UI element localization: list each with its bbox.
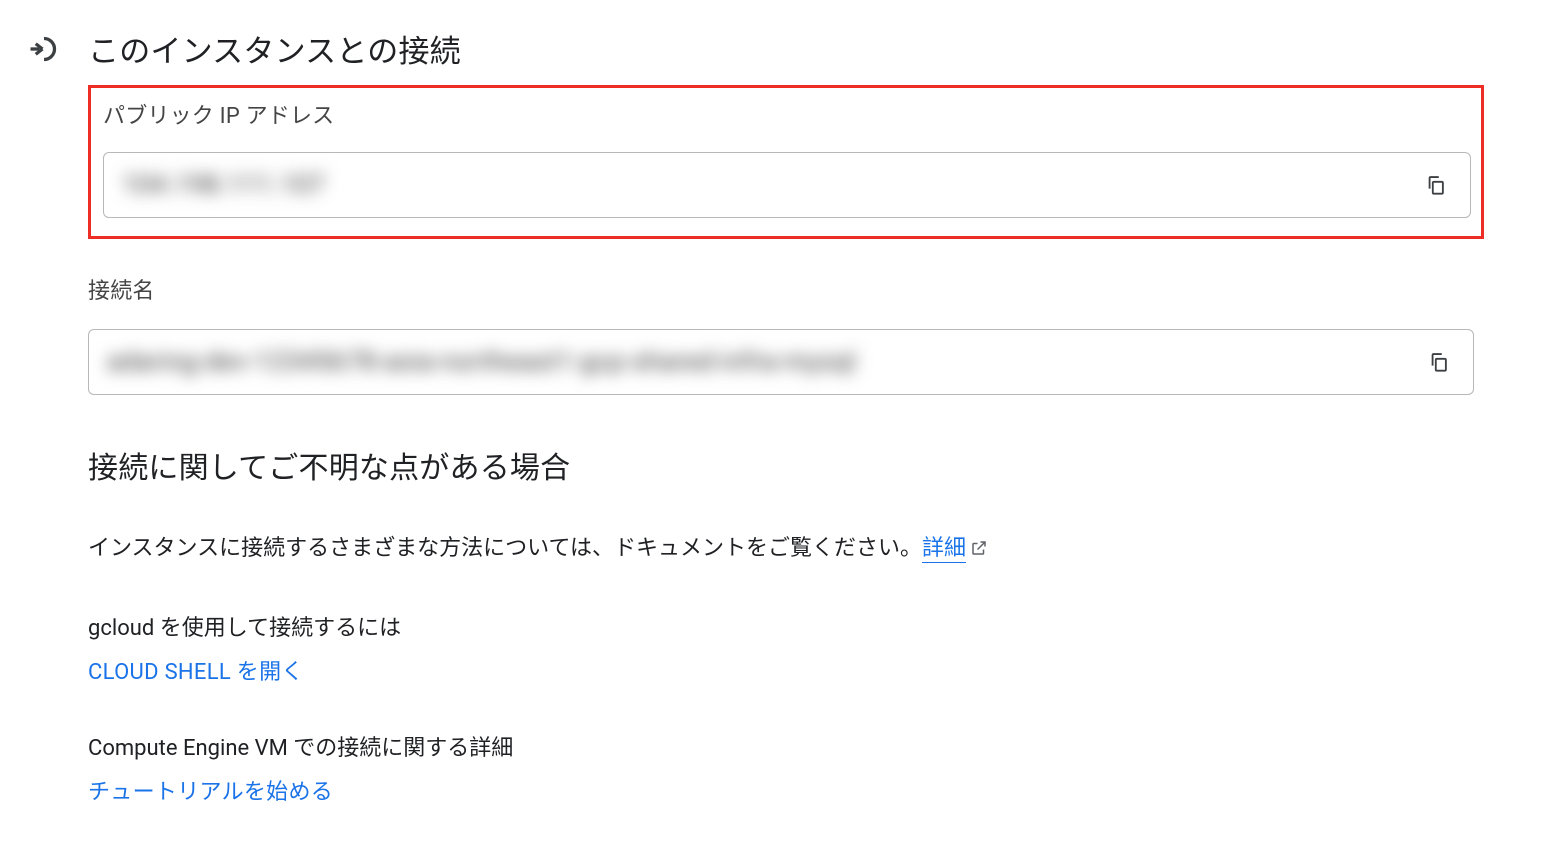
copy-icon: [1428, 351, 1450, 373]
public-ip-field: 104.198.111.107: [103, 152, 1471, 218]
gcloud-heading: gcloud を使用して接続するには: [88, 610, 1566, 642]
help-text: インスタンスに接続するさまざまな方法については、ドキュメントをご覧ください。詳細: [88, 529, 1088, 570]
help-body: インスタンスに接続するさまざまな方法については、ドキュメントをご覧ください。: [88, 536, 922, 561]
external-link-icon: [970, 539, 988, 557]
start-tutorial-link[interactable]: チュートリアルを始める: [88, 774, 333, 806]
copy-connection-name-button[interactable]: [1419, 342, 1459, 382]
open-cloud-shell-link[interactable]: CLOUD SHELL を開く: [88, 654, 304, 686]
details-link[interactable]: 詳細: [922, 536, 966, 563]
copy-icon: [1425, 174, 1447, 196]
section-title: このインスタンスとの接続: [88, 26, 461, 71]
section-header: このインスタンスとの接続: [24, 26, 1566, 71]
compute-heading: Compute Engine VM での接続に関する詳細: [88, 730, 1566, 762]
connection-name-field: adaring-dev-12345678-asia-northeast1-gcp…: [88, 329, 1474, 395]
gcloud-block: gcloud を使用して接続するには CLOUD SHELL を開く: [88, 610, 1566, 686]
connect-icon: [24, 29, 64, 69]
copy-public-ip-button[interactable]: [1416, 165, 1456, 205]
public-ip-value[interactable]: 104.198.111.107: [122, 170, 1416, 200]
help-heading: 接続に関してご不明な点がある場合: [88, 443, 1566, 487]
public-ip-label: パブリック IP アドレス: [103, 98, 1471, 130]
connection-name-value[interactable]: adaring-dev-12345678-asia-northeast1-gcp…: [107, 347, 1419, 377]
compute-block: Compute Engine VM での接続に関する詳細 チュートリアルを始める: [88, 730, 1566, 806]
public-ip-highlight: パブリック IP アドレス 104.198.111.107: [88, 85, 1484, 239]
connection-name-label: 接続名: [88, 273, 1566, 305]
